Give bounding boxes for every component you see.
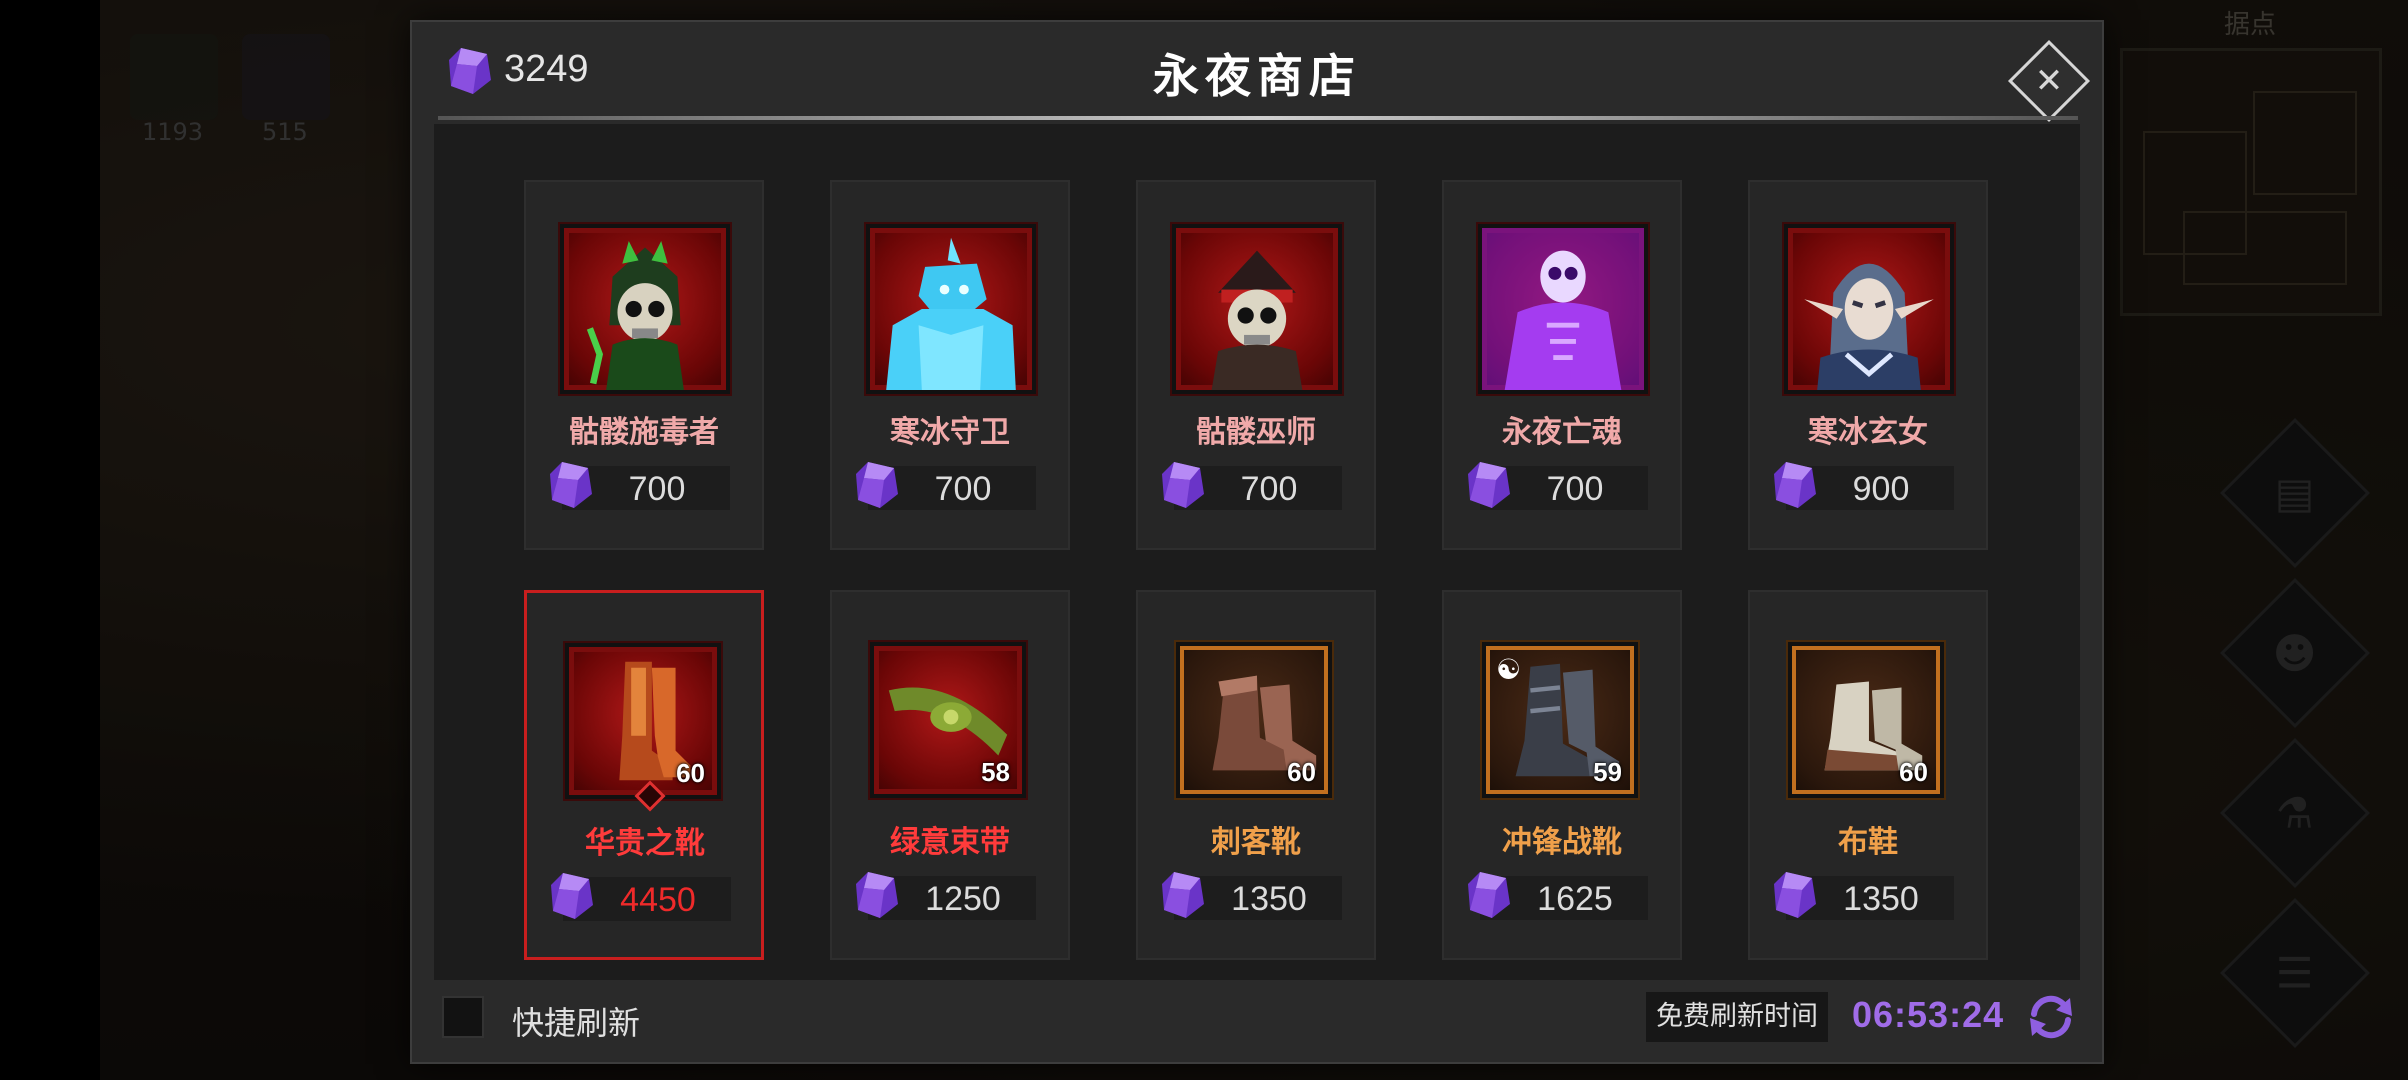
assassin-boots-portrait: 60	[1176, 642, 1332, 798]
shop-item-grid: 骷髅施毒者 700 寒冰守卫 700 骷髅巫师 700 永夜亡魂 700 寒冰玄…	[434, 124, 2080, 980]
item-level: 60	[676, 758, 705, 788]
refresh-countdown: 06:53:24	[1852, 994, 2005, 1035]
item-name: 华贵之靴	[585, 826, 705, 861]
equipment-card[interactable]: ☯ 59 冲锋战靴 1625	[1442, 590, 1682, 960]
price-value: 1350	[1843, 880, 1919, 918]
equipment-card[interactable]: 60 布鞋 1350	[1748, 590, 1988, 960]
price-value: 700	[934, 470, 992, 508]
shop-header: 3249 永夜商店 ✕	[412, 22, 2102, 123]
item-name: 刺客靴	[1211, 825, 1301, 860]
green-belt-portrait: 58	[870, 642, 1026, 798]
hero-card[interactable]: 寒冰守卫 700	[830, 180, 1070, 550]
hero-card[interactable]: 骷髅施毒者 700	[524, 180, 764, 550]
item-name: 绿意束带	[890, 825, 1010, 860]
noble-boots-portrait: 60	[565, 643, 721, 812]
shop-title: 永夜商店	[1153, 49, 1361, 103]
eternal-night-shop-window: 3249 永夜商店 ✕ 骷髅施毒者 700 寒冰守卫 700 骷髅巫师 700 …	[410, 20, 2104, 1064]
item-level: 59	[1593, 757, 1622, 787]
price-value: 4450	[620, 881, 696, 919]
item-name: 永夜亡魂	[1502, 415, 1622, 450]
price-tag: 1350	[1162, 872, 1342, 920]
cloth-shoes-portrait: 60	[1788, 642, 1944, 798]
refresh-icon[interactable]	[2024, 990, 2078, 1044]
price-value: 1350	[1231, 880, 1307, 918]
price-tag: 1625	[1468, 872, 1648, 920]
price-tag: 700	[856, 462, 1036, 510]
price-value: 700	[1546, 470, 1604, 508]
quick-refresh-checkbox[interactable]	[442, 996, 484, 1038]
equipment-card-selected[interactable]: 60 华贵之靴 4450	[524, 590, 764, 960]
item-name: 寒冰守卫	[890, 415, 1010, 450]
item-level: 60	[1287, 757, 1316, 787]
skeleton-poisoner-portrait	[560, 224, 730, 394]
header-divider	[438, 116, 2078, 120]
yin-yang-icon: ☯	[1496, 653, 1522, 686]
price-tag: 900	[1774, 462, 1954, 510]
hero-card[interactable]: 寒冰玄女 900	[1748, 180, 1988, 550]
price-tag: 1250	[856, 872, 1036, 920]
price-tag: 700	[1162, 462, 1342, 510]
ice-maiden-portrait	[1784, 224, 1954, 394]
item-level: 60	[1899, 757, 1928, 787]
item-name: 寒冰玄女	[1808, 415, 1928, 450]
quick-refresh-label: 快捷刷新	[512, 1004, 641, 1042]
hero-card[interactable]: 骷髅巫师 700	[1136, 180, 1376, 550]
price-value: 900	[1852, 470, 1910, 508]
price-value: 700	[628, 470, 686, 508]
free-refresh-label: 免费刷新时间	[1646, 992, 1828, 1042]
price-tag: 4450	[551, 873, 731, 921]
item-name: 冲锋战靴	[1502, 825, 1622, 860]
price-tag: 700	[1468, 462, 1648, 510]
equipment-card[interactable]: 60 刺客靴 1350	[1136, 590, 1376, 960]
item-name: 布鞋	[1838, 825, 1898, 860]
charge-boots-portrait: ☯ 59	[1482, 642, 1638, 798]
item-name: 骷髅施毒者	[569, 415, 719, 450]
price-tag: 1350	[1774, 872, 1954, 920]
price-value: 700	[1240, 470, 1298, 508]
price-value: 1625	[1537, 880, 1613, 918]
ice-guardian-portrait	[866, 224, 1036, 394]
eternal-wraith-portrait	[1478, 224, 1648, 394]
item-name: 骷髅巫师	[1196, 415, 1316, 450]
price-value: 1250	[925, 880, 1001, 918]
item-level: 58	[981, 757, 1010, 787]
skeleton-wizard-portrait	[1172, 224, 1342, 394]
close-icon: ✕	[2034, 61, 2064, 101]
hero-card[interactable]: 永夜亡魂 700	[1442, 180, 1682, 550]
equipment-card[interactable]: 58 绿意束带 1250	[830, 590, 1070, 960]
price-tag: 700	[550, 462, 730, 510]
